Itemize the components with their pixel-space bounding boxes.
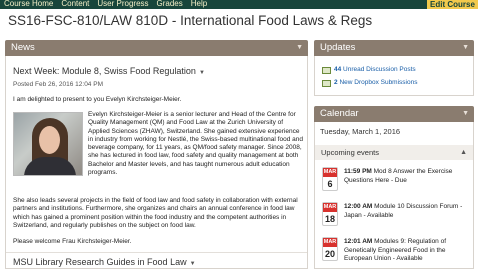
event-title-1[interactable]: Module 10 Discussion Forum - bbox=[372, 203, 462, 210]
calendar-header-label: Calendar bbox=[320, 108, 359, 119]
calendar-event[interactable]: 12:01 AM Modules 9: Regulation of Geneti… bbox=[344, 238, 472, 264]
nav-help[interactable]: Help bbox=[191, 0, 207, 8]
event-date-badge: MAR 6 bbox=[322, 167, 338, 191]
news-item-title-text[interactable]: Next Week: Module 8, Swiss Food Regulati… bbox=[13, 66, 196, 76]
event-time: 12:01 AM bbox=[344, 238, 373, 245]
nav-grades[interactable]: Grades bbox=[157, 0, 183, 8]
event-date-badge: MAR 18 bbox=[322, 202, 338, 226]
news-item-intro: I am delighted to present to you Evelyn … bbox=[13, 96, 182, 103]
calendar-event[interactable]: 11:59 PM Mod 8 Answer the Exercise Quest… bbox=[344, 168, 472, 185]
news-item-bio-2: She also leads several projects in the f… bbox=[13, 197, 298, 229]
event-month: MAR bbox=[323, 203, 337, 212]
discussion-icon bbox=[322, 67, 331, 74]
nav-user-progress[interactable]: User Progress bbox=[97, 0, 148, 8]
news-item-posted: Posted Feb 26, 2016 12:04 PM bbox=[13, 81, 103, 88]
event-title-3[interactable]: European Union - Available bbox=[344, 255, 423, 262]
updates-panel bbox=[314, 56, 474, 96]
event-title-2[interactable]: Genetically Engineered Food in the bbox=[344, 247, 446, 254]
news-panel-header: News ▼ bbox=[5, 40, 308, 56]
event-time: 11:59 PM bbox=[344, 168, 372, 175]
edit-course-button[interactable]: Edit Course bbox=[427, 0, 478, 9]
top-nav-bar: Course Home Content User Progress Grades… bbox=[0, 0, 478, 9]
unread-discussion-link[interactable]: 44 Unread Discussion Posts bbox=[334, 66, 416, 73]
lecturer-photo bbox=[13, 112, 83, 176]
event-day: 6 bbox=[327, 179, 333, 189]
news-item-title-text[interactable]: MSU Library Research Guides in Food Law bbox=[13, 257, 187, 267]
nav-content[interactable]: Content bbox=[61, 0, 89, 8]
event-day: 18 bbox=[324, 214, 335, 224]
unread-label[interactable]: Unread Discussion Posts bbox=[343, 66, 416, 73]
updates-header-label: Updates bbox=[320, 42, 356, 53]
dropbox-label[interactable]: New Dropbox Submissions bbox=[339, 79, 417, 86]
chevron-up-icon[interactable]: ▲ bbox=[460, 145, 467, 160]
news-item-bio-1: Evelyn Kirchsteiger-Meier is a senior le… bbox=[88, 111, 303, 177]
dropbox-icon bbox=[322, 80, 331, 87]
news-item-title[interactable]: Next Week: Module 8, Swiss Food Regulati… bbox=[13, 66, 205, 76]
event-title-2[interactable]: Questions Here - Due bbox=[344, 177, 407, 184]
event-day: 20 bbox=[324, 249, 335, 259]
caret-down-icon[interactable]: ▼ bbox=[296, 40, 303, 56]
upcoming-events-section[interactable]: Upcoming events ▲ bbox=[315, 145, 473, 160]
calendar-event[interactable]: 12:00 AM Module 10 Discussion Forum - Ja… bbox=[344, 203, 472, 220]
event-title-1[interactable]: Modules 9: Regulation of bbox=[372, 238, 446, 245]
unread-count: 44 bbox=[334, 66, 342, 73]
caret-down-icon[interactable]: ▼ bbox=[462, 106, 469, 122]
news-item-title[interactable]: MSU Library Research Guides in Food Law ▼ bbox=[13, 257, 196, 267]
dropbox-submissions-link[interactable]: 2 New Dropbox Submissions bbox=[334, 79, 417, 86]
news-header-label: News bbox=[11, 42, 35, 53]
event-month: MAR bbox=[323, 168, 337, 177]
upcoming-events-label: Upcoming events bbox=[321, 148, 379, 157]
caret-down-icon[interactable]: ▼ bbox=[199, 70, 205, 76]
news-divider bbox=[6, 252, 307, 253]
caret-down-icon[interactable]: ▼ bbox=[190, 261, 196, 267]
event-title-2[interactable]: Japan - Available bbox=[344, 212, 393, 219]
calendar-current-date: Tuesday, March 1, 2016 bbox=[320, 127, 401, 136]
updates-panel-header: Updates ▼ bbox=[314, 40, 474, 56]
dropbox-count: 2 bbox=[334, 79, 338, 86]
event-date-badge: MAR 20 bbox=[322, 237, 338, 261]
caret-down-icon[interactable]: ▼ bbox=[462, 40, 469, 56]
event-month: MAR bbox=[323, 238, 337, 247]
event-title-1[interactable]: Mod 8 Answer the Exercise bbox=[372, 168, 453, 175]
calendar-panel-header: Calendar ▼ bbox=[314, 106, 474, 122]
event-time: 12:00 AM bbox=[344, 203, 373, 210]
course-title: SS16-FSC-810/LAW 810D - International Fo… bbox=[8, 13, 373, 28]
nav-course-home[interactable]: Course Home bbox=[4, 0, 53, 8]
news-item-closing: Please welcome Frau Kirchsteiger-Meier. bbox=[13, 238, 132, 245]
